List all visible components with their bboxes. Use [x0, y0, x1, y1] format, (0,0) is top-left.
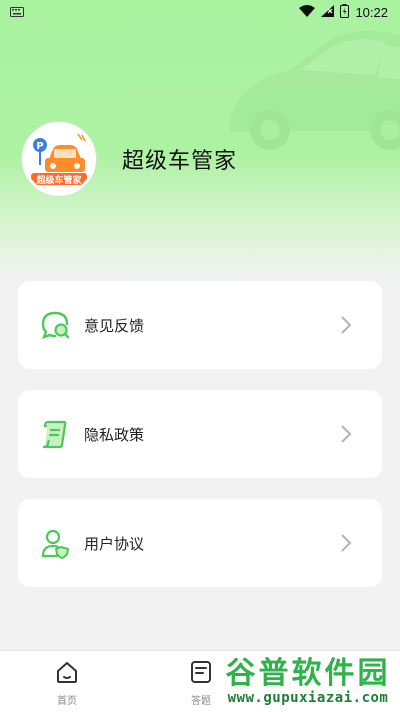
- tab-quiz-label: 答题: [191, 696, 211, 707]
- logo-text: 超级车管家: [35, 174, 82, 186]
- privacy-icon: [38, 417, 72, 451]
- app-title: 超级车管家: [122, 148, 238, 173]
- tab-home-label: 首页: [57, 696, 77, 707]
- menu-item-privacy[interactable]: 隐私政策: [18, 390, 382, 478]
- svg-text:P: P: [36, 141, 43, 152]
- signal-icon: [321, 4, 335, 20]
- status-bar: 10:22: [0, 0, 400, 24]
- app-logo: P 超级车管家: [22, 122, 96, 196]
- user-agreement-icon: [38, 526, 72, 560]
- home-icon: [55, 660, 79, 689]
- chevron-right-icon: [340, 533, 356, 553]
- menu-label-privacy: 隐私政策: [84, 426, 145, 444]
- menu-label-feedback: 意见反馈: [84, 317, 145, 335]
- feedback-icon: [38, 308, 72, 342]
- watermark-url: www.gupuxiazai.com: [227, 690, 389, 706]
- menu-item-feedback[interactable]: 意见反馈: [18, 281, 382, 369]
- chevron-right-icon: [340, 315, 356, 335]
- menu-item-user-agreement[interactable]: 用户协议: [18, 499, 382, 587]
- menu-label-user-agreement: 用户协议: [84, 535, 145, 553]
- battery-icon: [340, 3, 350, 21]
- profile-section: P 超级车管家 超级车管家: [22, 122, 237, 196]
- keyboard-icon: [10, 5, 24, 20]
- watermark-title: 谷普软件园: [225, 656, 391, 691]
- site-watermark: 谷普软件园 www.gupuxiazai.com: [216, 652, 400, 712]
- car-background-illustration: [230, 31, 400, 150]
- tab-home[interactable]: 首页: [0, 651, 134, 712]
- wifi-icon: [299, 4, 316, 20]
- status-time: 10:22: [355, 4, 388, 20]
- quiz-icon: [189, 660, 213, 689]
- chevron-right-icon: [340, 424, 356, 444]
